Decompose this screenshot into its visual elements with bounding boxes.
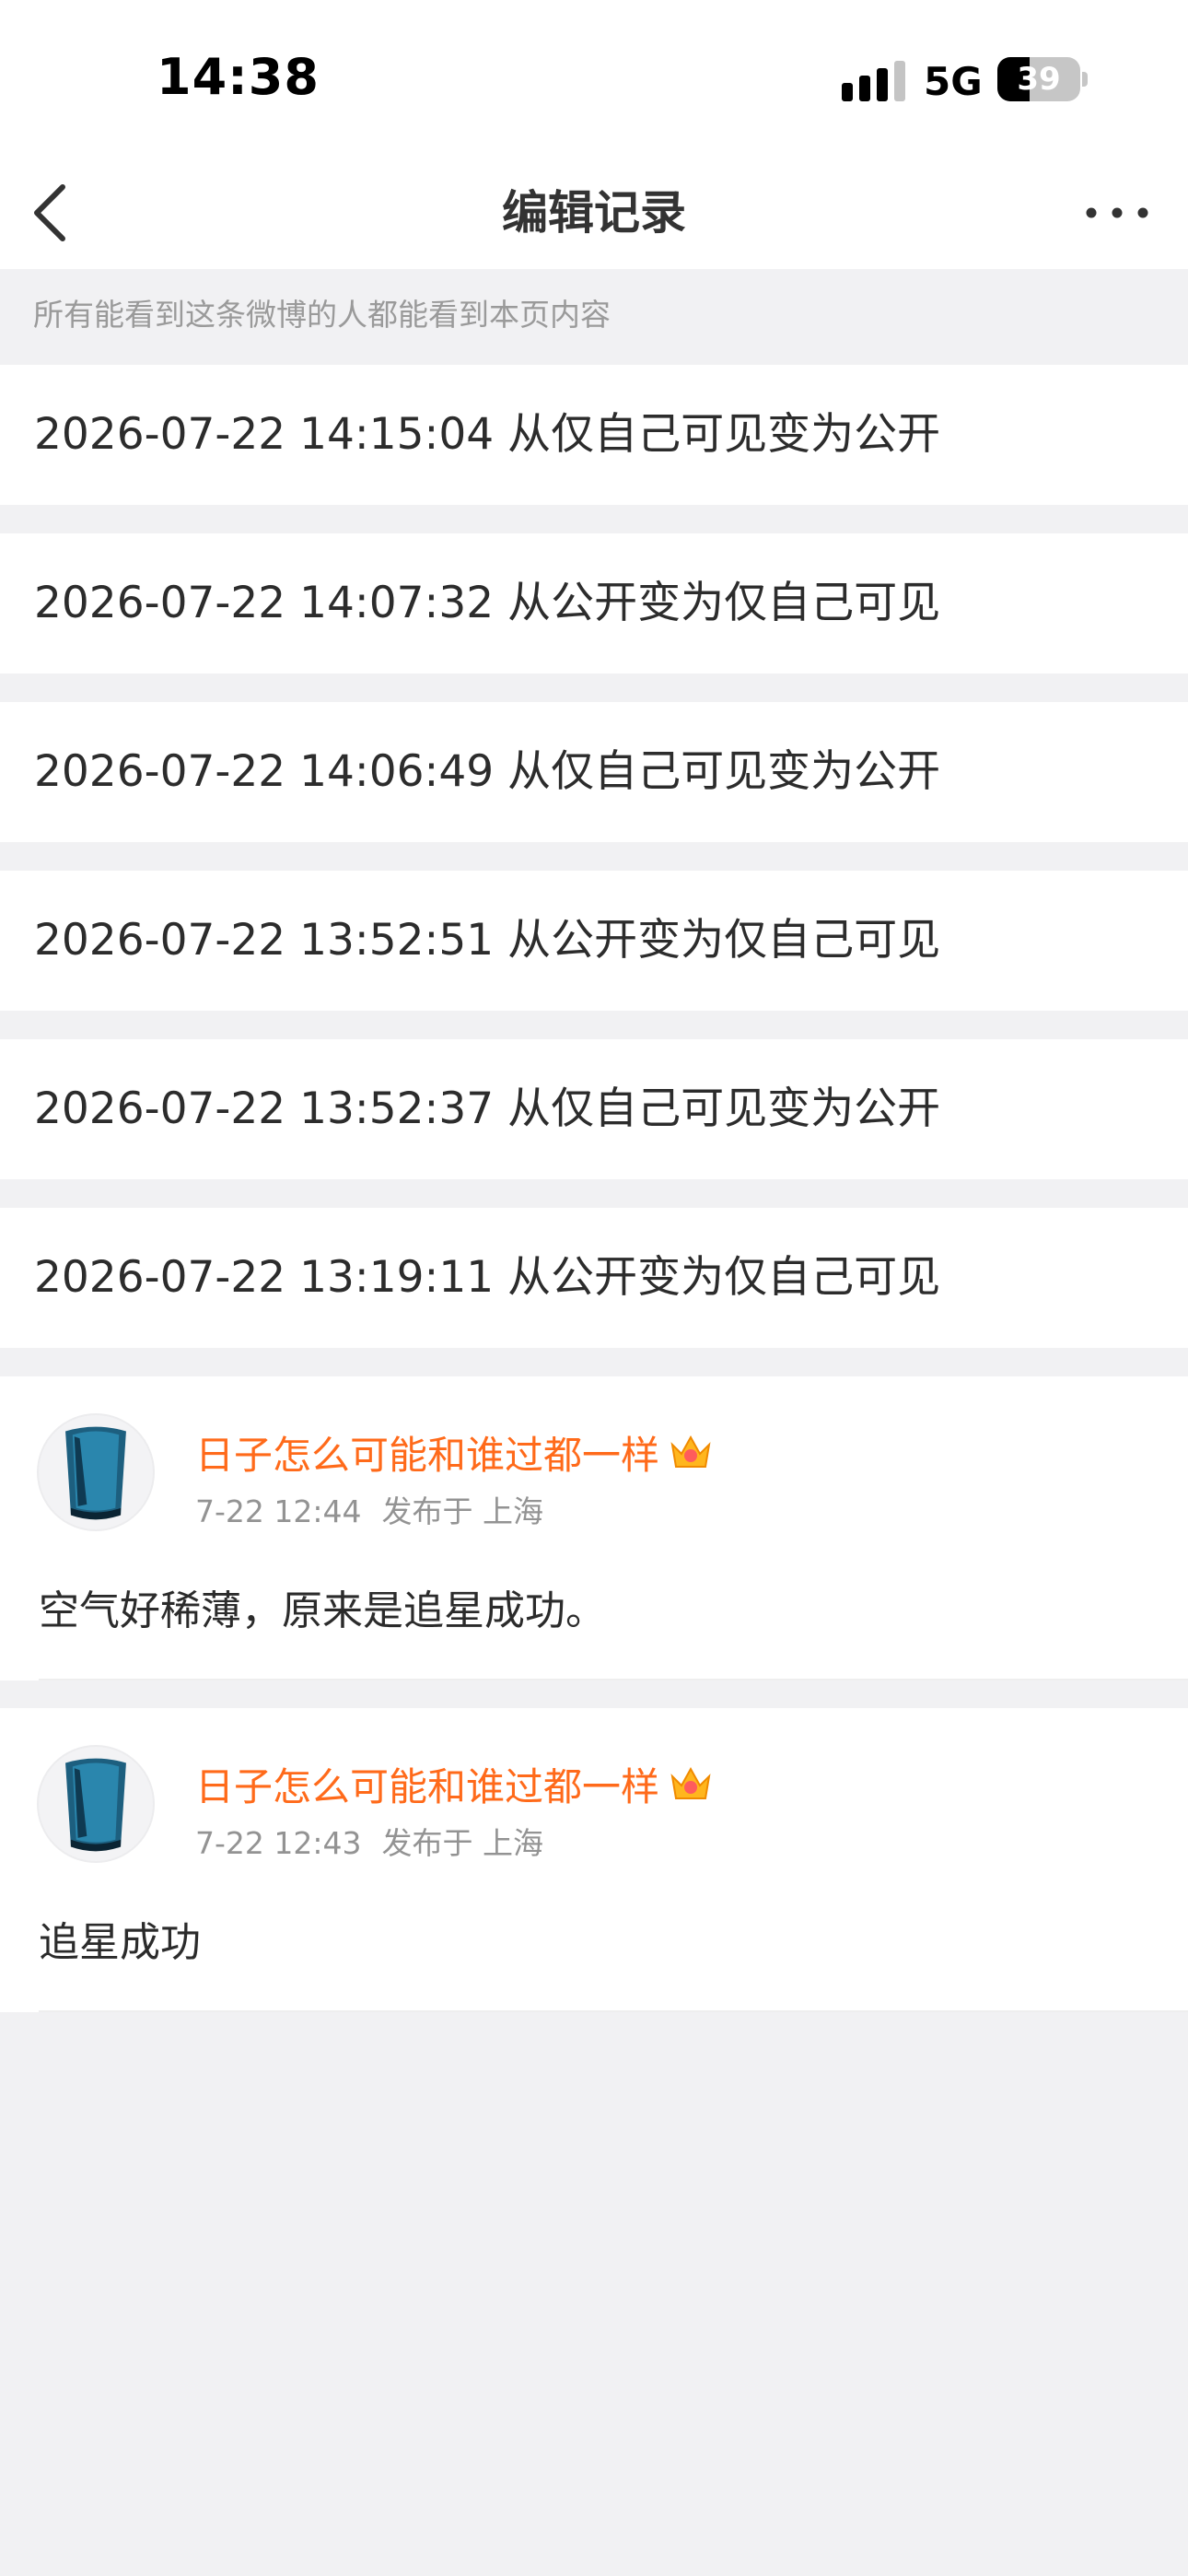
signal-icon (842, 61, 905, 101)
crown-icon (670, 1766, 711, 1799)
status-bar: 14:38 5G 39 (0, 0, 1188, 157)
post-content: 追星成功 (39, 1919, 201, 1966)
username[interactable]: 日子怎么可能和谁过都一样 (195, 1756, 713, 1812)
avatar[interactable] (37, 1745, 155, 1863)
post-content: 空气好稀薄，原来是追星成功。 (39, 1587, 606, 1634)
avatar-image (65, 1758, 126, 1852)
username-text: 日子怎么可能和谁过都一样 (195, 1433, 660, 1478)
status-time: 14:38 (157, 48, 320, 106)
edit-record-row[interactable]: 2026-07-22 14:06:49 从仅自己可见变为公开 (0, 702, 1188, 842)
post-location: 发布于 上海 (381, 1493, 544, 1529)
avatar-image (65, 1426, 126, 1520)
post-version-card[interactable]: 日子怎么可能和谁过都一样 7-22 12:44 发布于 上海 空气好稀薄，原来是追… (0, 1376, 1188, 1680)
username-text: 日子怎么可能和谁过都一样 (195, 1764, 660, 1809)
visibility-notice: 所有能看到这条微博的人都能看到本页内容 (33, 297, 611, 333)
edit-record-row[interactable]: 2026-07-22 14:07:32 从公开变为仅自己可见 (0, 533, 1188, 673)
network-label: 5G (924, 59, 983, 104)
battery-icon: 39 (997, 57, 1089, 101)
post-version-card[interactable]: 日子怎么可能和谁过都一样 7-22 12:43 发布于 上海 追星成功 (0, 1708, 1188, 2012)
crown-icon (670, 1434, 711, 1468)
username[interactable]: 日子怎么可能和谁过都一样 (195, 1424, 713, 1481)
nav-bar: 编辑记录 (0, 157, 1188, 269)
post-location: 发布于 上海 (381, 1825, 544, 1861)
post-time: 7-22 12:44 (195, 1493, 362, 1529)
back-icon[interactable] (28, 180, 74, 246)
more-icon[interactable] (1085, 199, 1149, 227)
edit-record-row[interactable]: 2026-07-22 13:19:11 从公开变为仅自己可见 (0, 1208, 1188, 1348)
edit-record-list: 2026-07-22 14:15:04 从仅自己可见变为公开 2026-07-2… (0, 365, 1188, 1376)
avatar[interactable] (37, 1413, 155, 1531)
edit-record-row[interactable]: 2026-07-22 13:52:51 从公开变为仅自己可见 (0, 871, 1188, 1011)
page-title: 编辑记录 (502, 186, 686, 240)
divider (39, 1679, 1188, 1680)
edit-record-row[interactable]: 2026-07-22 13:52:37 从仅自己可见变为公开 (0, 1039, 1188, 1179)
post-time: 7-22 12:43 (195, 1825, 362, 1861)
post-meta: 7-22 12:44 发布于 上海 (195, 1487, 543, 1531)
battery-level: 39 (1017, 61, 1061, 98)
divider (39, 2010, 1188, 2012)
post-meta: 7-22 12:43 发布于 上海 (195, 1819, 543, 1863)
edit-record-row[interactable]: 2026-07-22 14:15:04 从仅自己可见变为公开 (0, 365, 1188, 505)
